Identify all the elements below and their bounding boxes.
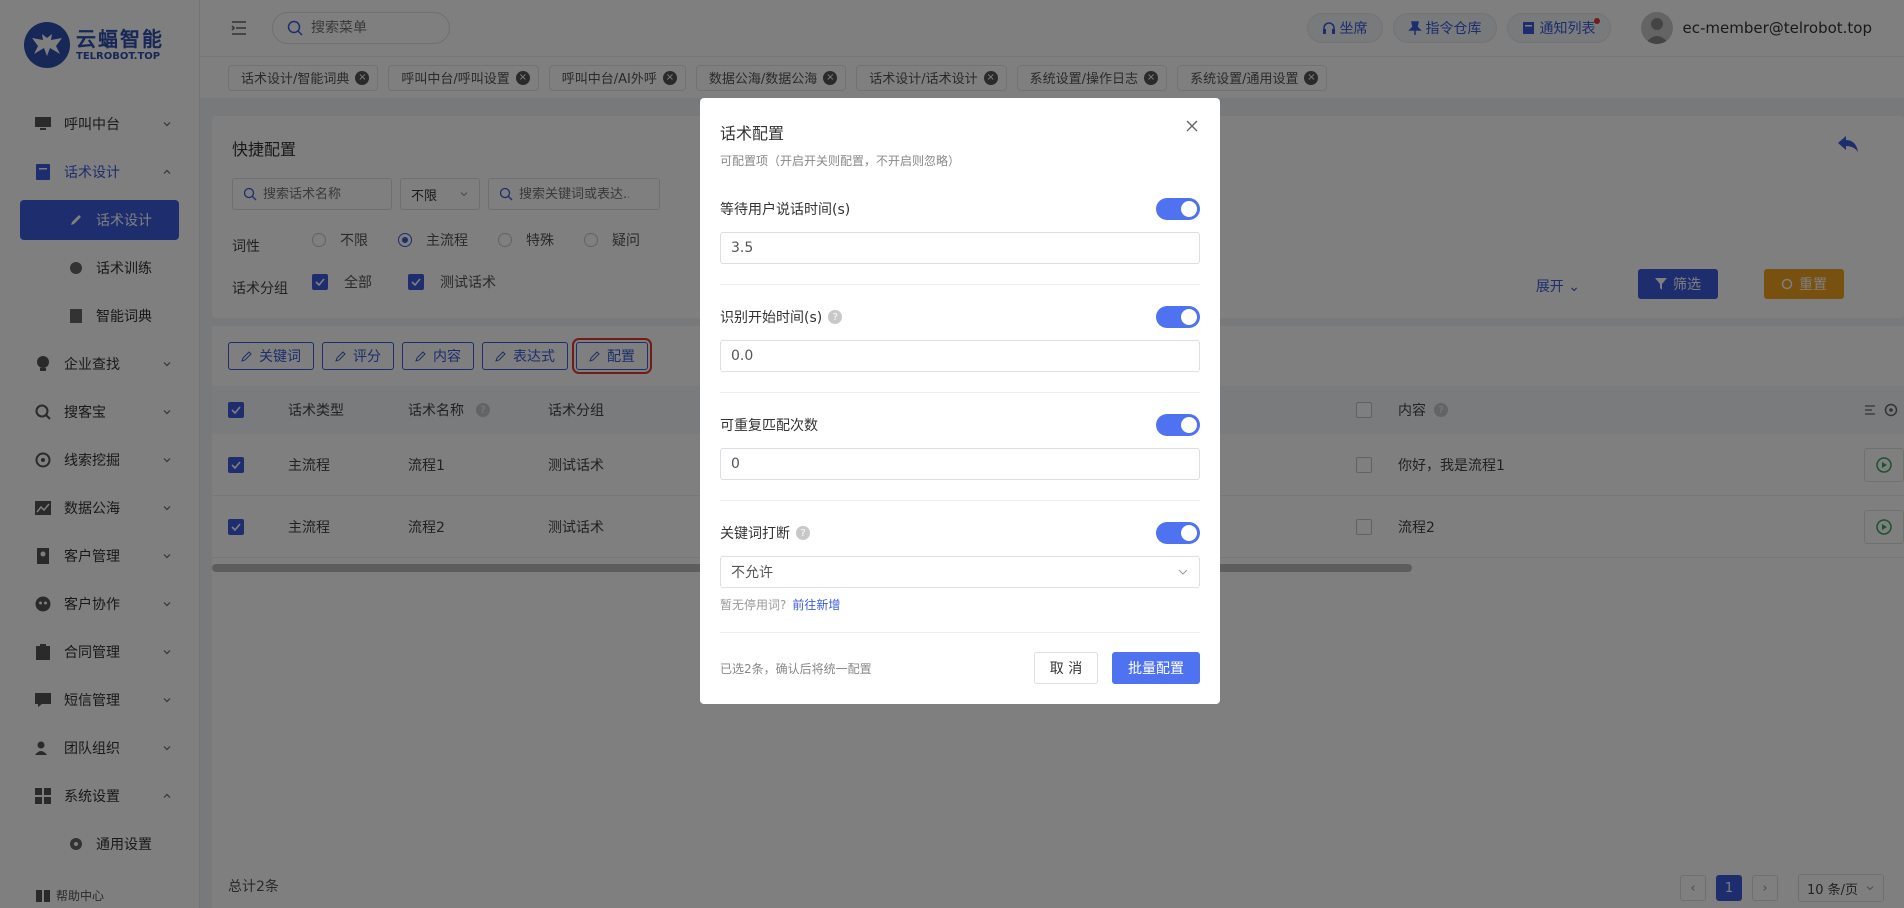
recognition-start-input[interactable]	[720, 340, 1200, 372]
divider	[720, 392, 1200, 393]
wait-time-toggle[interactable]	[1156, 198, 1200, 220]
keyword-interrupt-toggle[interactable]	[1156, 522, 1200, 544]
keyword-interrupt-value: 不允许	[731, 565, 773, 581]
stopword-hint: 暂无停用词? 前往新增	[720, 596, 1200, 613]
recognition-start-toggle[interactable]	[1156, 306, 1200, 328]
help-icon: ?	[796, 526, 810, 540]
stopword-hint-text: 暂无停用词?	[720, 598, 787, 612]
repeat-match-field: 可重复匹配次数	[720, 414, 1200, 480]
divider	[720, 284, 1200, 285]
keyword-interrupt-label: 关键词打断	[720, 526, 790, 542]
keyword-interrupt-field: 关键词打断? 不允许 暂无停用词? 前往新增	[720, 522, 1200, 613]
repeat-match-label: 可重复匹配次数	[720, 418, 818, 434]
modal-footer-text: 已选2条，确认后将统一配置	[720, 662, 872, 676]
modal-title: 话术配置	[720, 124, 785, 143]
divider	[720, 500, 1200, 501]
recognition-start-label: 识别开始时间(s)	[720, 310, 823, 326]
keyword-interrupt-select[interactable]: 不允许	[720, 556, 1200, 588]
wait-time-input[interactable]	[720, 232, 1200, 264]
batch-config-button[interactable]: 批量配置	[1112, 652, 1200, 684]
chevron-down-icon	[1178, 569, 1188, 575]
repeat-match-input[interactable]	[720, 448, 1200, 480]
wait-time-label: 等待用户说话时间(s)	[720, 202, 851, 218]
close-icon[interactable]	[1184, 118, 1200, 134]
add-stopword-link[interactable]: 前往新增	[792, 598, 840, 612]
script-config-modal: 话术配置 可配置项（开启开关则配置，不开启则忽略） 等待用户说话时间(s) 识别…	[700, 98, 1220, 704]
cancel-button[interactable]: 取 消	[1034, 652, 1098, 684]
divider	[720, 632, 1200, 633]
modal-description: 可配置项（开启开关则配置，不开启则忽略）	[720, 154, 961, 168]
recognition-start-field: 识别开始时间(s)?	[720, 306, 1200, 372]
wait-time-field: 等待用户说话时间(s)	[720, 198, 1200, 264]
repeat-match-toggle[interactable]	[1156, 414, 1200, 436]
help-icon: ?	[828, 310, 843, 324]
